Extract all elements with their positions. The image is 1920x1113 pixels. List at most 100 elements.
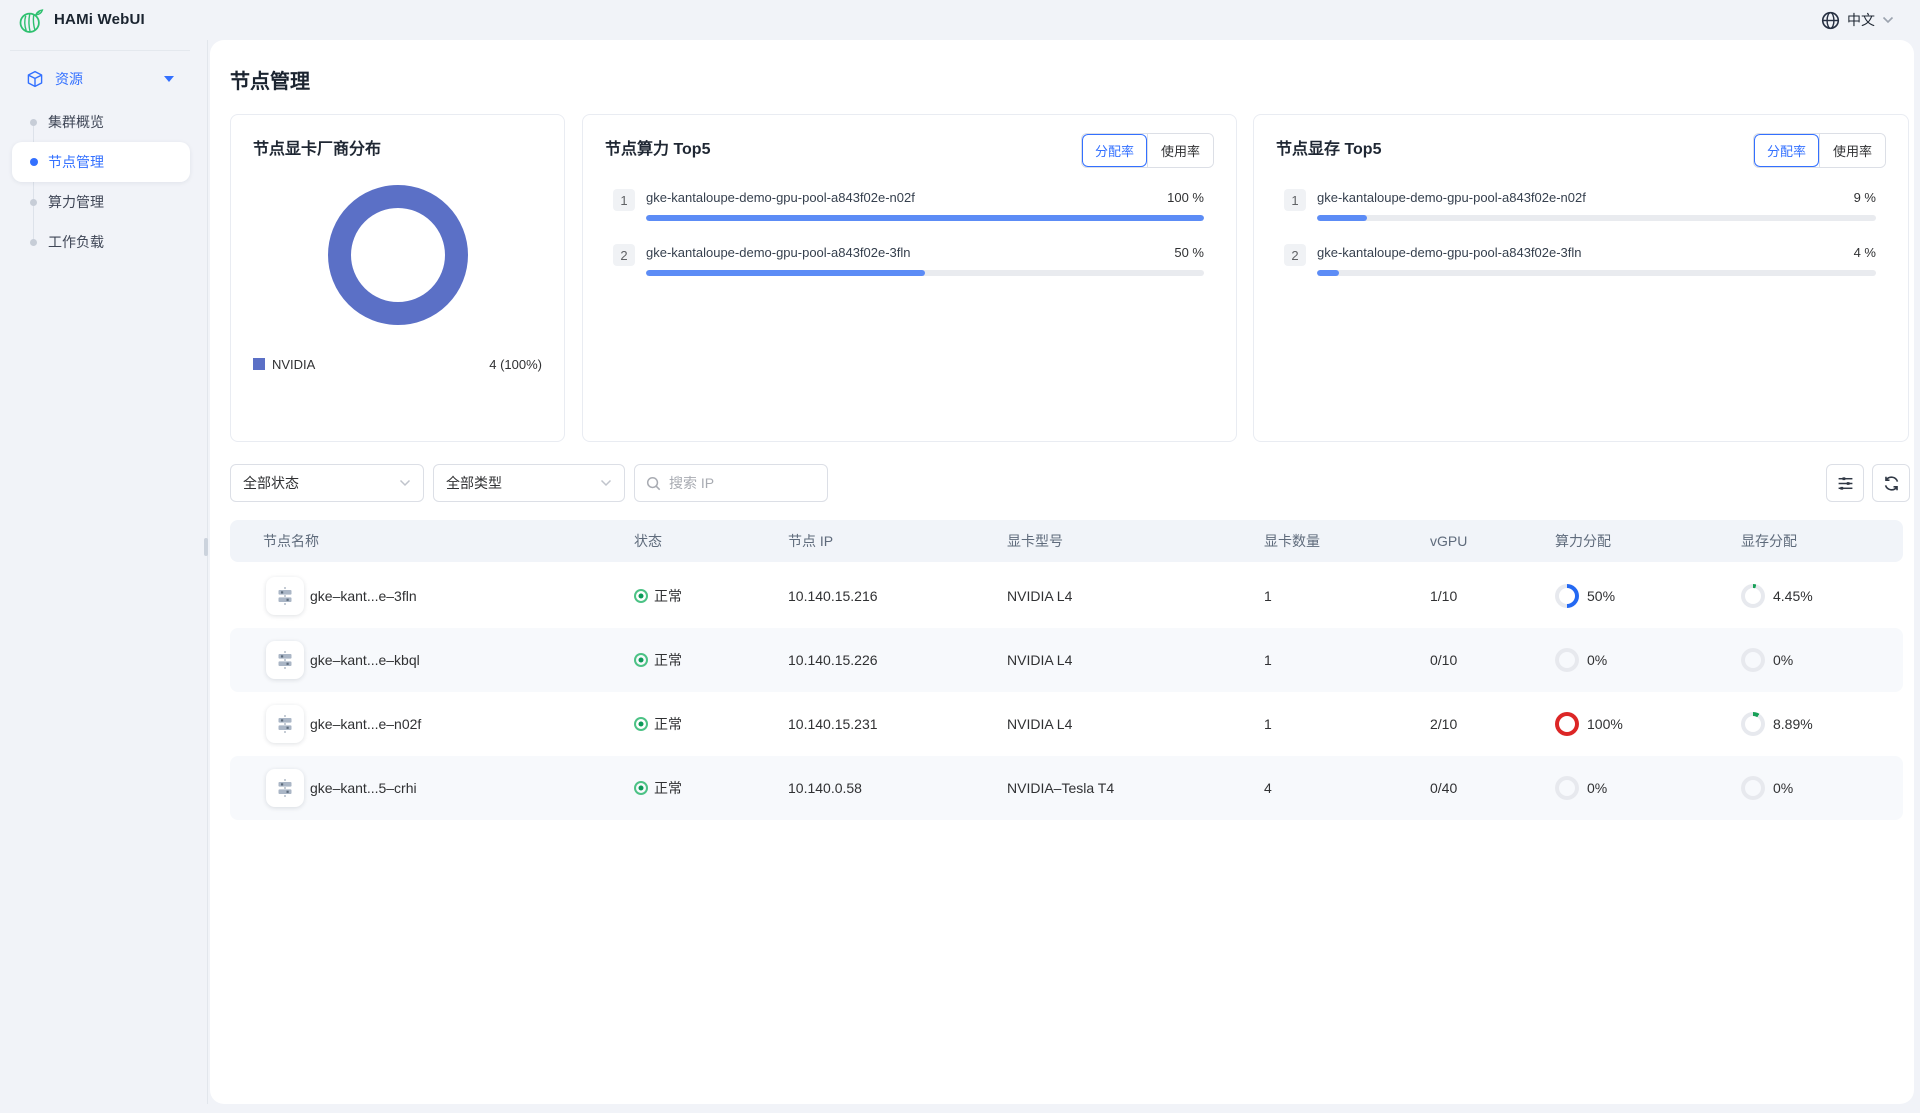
legend-label: NVIDIA — [272, 357, 315, 372]
page-title: 节点管理 — [230, 65, 310, 94]
vgpu-value: 2/10 — [1430, 692, 1457, 756]
nav-dot-icon — [30, 199, 37, 206]
compute-allocation-cell: 0% — [1555, 756, 1607, 820]
rank-badge: 2 — [1284, 244, 1306, 266]
sidebar-item-compute-management[interactable]: 算力管理 — [12, 182, 190, 222]
search-ip-input[interactable] — [669, 475, 799, 491]
percent-value: 50 % — [1174, 245, 1204, 260]
legend-value: 4 (100%) — [489, 357, 542, 372]
progress-track — [646, 215, 1204, 221]
compute-ring-chart — [1555, 712, 1579, 736]
node-name: gke-kantaloupe-demo-gpu-pool-a843f02e-n0… — [1317, 190, 1818, 205]
sidebar-resizer[interactable] — [207, 40, 208, 1104]
table-row[interactable]: gke–kant...e–3fln 正常 10.140.15.216 NVIDI… — [230, 564, 1903, 628]
search-ip-box — [634, 464, 828, 502]
legend-row: NVIDIA 4 (100%) — [253, 355, 542, 373]
status-ok-icon — [634, 589, 648, 603]
gpu-count: 1 — [1264, 564, 1272, 628]
refresh-button[interactable] — [1872, 464, 1910, 502]
node-name[interactable]: gke–kant...5–crhi — [310, 756, 417, 820]
compute-percent: 50% — [1587, 588, 1615, 604]
gpu-count: 1 — [1264, 692, 1272, 756]
sidebar-item-label: 节点管理 — [48, 152, 104, 172]
compute-percent: 0% — [1587, 780, 1607, 796]
column-settings-button[interactable] — [1826, 464, 1864, 502]
top-bar: HAMi WebUI 中文 — [0, 0, 1920, 40]
node-name[interactable]: gke–kant...e–kbql — [310, 628, 420, 692]
gpu-model: NVIDIA L4 — [1007, 564, 1072, 628]
table-row[interactable]: gke–kant...5–crhi 正常 10.140.0.58 NVIDIA–… — [230, 756, 1903, 820]
memory-toggle-group: 分配率 使用率 — [1753, 133, 1886, 168]
card-title: 节点显存 Top5 — [1276, 135, 1381, 159]
status-filter-select[interactable]: 全部状态 — [230, 464, 424, 502]
chevron-down-icon — [399, 479, 411, 487]
toggle-usage-rate[interactable]: 使用率 — [1819, 134, 1885, 167]
compute-allocation-cell: 0% — [1555, 628, 1607, 692]
toggle-allocation-rate[interactable]: 分配率 — [1082, 134, 1147, 167]
top5-item: 2 gke-kantaloupe-demo-gpu-pool-a843f02e-… — [1254, 242, 1908, 286]
memory-percent: 0% — [1773, 652, 1793, 668]
card-memory-top5: 节点显存 Top5 分配率 使用率 1 gke-kantaloupe-demo-… — [1253, 114, 1909, 442]
rank-badge: 1 — [613, 189, 635, 211]
sidebar-group-resources[interactable]: 资源 — [14, 62, 190, 96]
sidebar-item-workloads[interactable]: 工作负载 — [12, 222, 190, 262]
memory-ring-chart — [1741, 584, 1765, 608]
language-label: 中文 — [1847, 10, 1875, 30]
status-cell: 正常 — [634, 628, 682, 692]
sidebar-item-cluster-overview[interactable]: 集群概览 — [12, 102, 190, 142]
progress-track — [1317, 270, 1876, 276]
sidebar-item-label: 工作负载 — [48, 232, 104, 252]
sidebar-item-node-management[interactable]: 节点管理 — [12, 142, 190, 182]
table-row[interactable]: gke–kant...e–kbql 正常 10.140.15.226 NVIDI… — [230, 628, 1903, 692]
node-icon-cell — [266, 628, 304, 692]
column-header-compute-allocation: 算力分配 — [1555, 520, 1611, 562]
caret-down-icon[interactable] — [164, 76, 174, 82]
globe-icon — [1821, 11, 1840, 30]
sidebar-resizer-handle[interactable] — [204, 538, 208, 556]
node-ip: 10.140.15.226 — [788, 628, 878, 692]
status-label: 正常 — [654, 714, 682, 734]
vgpu-value: 0/10 — [1430, 628, 1457, 692]
node-name[interactable]: gke–kant...e–n02f — [310, 692, 421, 756]
card-title: 节点算力 Top5 — [605, 135, 710, 159]
node-icon — [266, 769, 304, 807]
card-gpu-vendor-distribution: 节点显卡厂商分布 NVIDIA 4 (100%) — [230, 114, 565, 442]
progress-track — [1317, 215, 1876, 221]
compute-allocation-cell: 100% — [1555, 692, 1623, 756]
status-ok-icon — [634, 653, 648, 667]
language-selector[interactable]: 中文 — [1821, 8, 1894, 32]
compute-ring-chart — [1555, 776, 1579, 800]
app-title: HAMi WebUI — [54, 11, 145, 28]
toggle-allocation-rate[interactable]: 分配率 — [1754, 134, 1819, 167]
table-row[interactable]: gke–kant...e–n02f 正常 10.140.15.231 NVIDI… — [230, 692, 1903, 756]
search-icon — [646, 476, 661, 491]
gpu-model: NVIDIA–Tesla T4 — [1007, 756, 1114, 820]
chevron-down-icon — [600, 479, 612, 487]
node-name: gke-kantaloupe-demo-gpu-pool-a843f02e-3f… — [646, 245, 1146, 260]
percent-value: 100 % — [1167, 190, 1204, 205]
table-header: 节点名称 状态 节点 IP 显卡型号 显卡数量 vGPU 算力分配 显存分配 — [230, 520, 1903, 562]
node-ip: 10.140.15.231 — [788, 692, 878, 756]
gpu-count: 4 — [1264, 756, 1272, 820]
compute-toggle-group: 分配率 使用率 — [1081, 133, 1214, 168]
status-ok-icon — [634, 781, 648, 795]
node-name: gke-kantaloupe-demo-gpu-pool-a843f02e-n0… — [646, 190, 1146, 205]
memory-allocation-cell: 0% — [1741, 628, 1793, 692]
memory-allocation-cell: 4.45% — [1741, 564, 1813, 628]
toggle-usage-rate[interactable]: 使用率 — [1147, 134, 1213, 167]
vendor-donut-chart — [328, 185, 468, 325]
type-filter-select[interactable]: 全部类型 — [433, 464, 625, 502]
memory-ring-chart — [1741, 776, 1765, 800]
sidebar: 资源 集群概览 节点管理 算力管理 工作负载 — [0, 40, 208, 1113]
compute-ring-chart — [1555, 648, 1579, 672]
memory-percent: 4.45% — [1773, 588, 1813, 604]
gpu-model: NVIDIA L4 — [1007, 628, 1072, 692]
compute-allocation-cell: 50% — [1555, 564, 1615, 628]
gpu-count: 1 — [1264, 628, 1272, 692]
status-label: 正常 — [654, 650, 682, 670]
gpu-model: NVIDIA L4 — [1007, 692, 1072, 756]
node-icon — [266, 641, 304, 679]
nav-dot-icon — [30, 239, 37, 246]
status-cell: 正常 — [634, 692, 682, 756]
node-name[interactable]: gke–kant...e–3fln — [310, 564, 417, 628]
